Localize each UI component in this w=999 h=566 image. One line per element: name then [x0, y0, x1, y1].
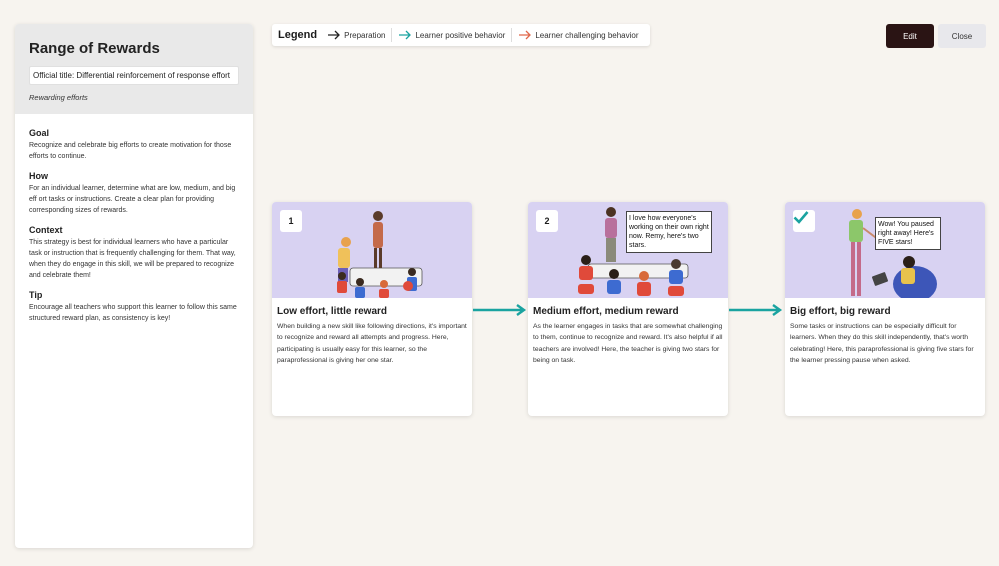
card-title: Medium effort, medium reward: [533, 306, 679, 317]
card-description: As the learner engages in tasks that are…: [533, 323, 723, 365]
card-illustration: 2 I love how everyone's working on their…: [528, 202, 728, 298]
arrow-right-icon: [729, 304, 783, 316]
edit-button[interactable]: Edit: [886, 24, 934, 48]
section-text: Recognize and celebrate big efforts to c…: [29, 142, 232, 160]
how-section: How For an individual learner, determine…: [29, 171, 239, 216]
arrow-right-icon: [328, 30, 341, 40]
tip-section: Tip Encourage all teachers who support t…: [29, 290, 239, 324]
card-illustration: Wow! You paused right away! Here's FIVE …: [785, 202, 985, 298]
completed-badge: [793, 210, 815, 232]
arrow-right-icon: [519, 30, 532, 40]
legend-label: Learner challenging behavior: [535, 30, 639, 40]
speech-bubble: Wow! You paused right away! Here's FIVE …: [875, 217, 941, 250]
legend-title: Legend: [278, 29, 318, 41]
legend-item-challenging: Learner challenging behavior: [518, 30, 639, 40]
section-title: How: [29, 171, 48, 181]
speech-bubble: I love how everyone's working on their o…: [626, 211, 712, 253]
legend-divider: [511, 28, 513, 42]
context-section: Context This strategy is best for indivi…: [29, 225, 239, 281]
official-title: Official title: Differential reinforceme…: [29, 66, 239, 85]
card-description: When building a new skill like following…: [277, 323, 467, 365]
card-title: Big effort, big reward: [790, 306, 891, 317]
checkmark-icon: [793, 211, 809, 224]
strategy-sidebar: Range of Rewards Official title: Differe…: [15, 24, 253, 548]
legend-item-preparation: Preparation: [327, 30, 385, 40]
section-title: Tip: [29, 290, 43, 300]
goal-section: Goal Recognize and celebrate big efforts…: [29, 128, 239, 162]
section-text: For an individual learner, determine wha…: [29, 185, 236, 214]
strategy-subtitle: Rewarding efforts: [29, 93, 88, 102]
step-number-badge: 2: [536, 210, 558, 232]
section-text: Encourage all teachers who support this …: [29, 304, 237, 322]
card-illustration: 1: [272, 202, 472, 298]
close-button[interactable]: Close: [938, 24, 986, 48]
legend-label: Learner positive behavior: [415, 30, 506, 40]
arrow-right-icon: [399, 30, 412, 40]
card-description: Some tasks or instructions can be especi…: [790, 323, 974, 365]
strategy-title: Range of Rewards: [29, 40, 160, 57]
legend-divider: [391, 28, 393, 42]
arrow-right-icon: [473, 304, 527, 316]
step-card-1[interactable]: 1 Low effort, little reward When buildin…: [272, 202, 472, 416]
step-card-3[interactable]: Wow! You paused right away! Here's FIVE …: [785, 202, 985, 416]
sidebar-body: Goal Recognize and celebrate big efforts…: [15, 114, 253, 324]
section-title: Context: [29, 225, 63, 235]
section-title: Goal: [29, 128, 50, 138]
sidebar-header: Range of Rewards Official title: Differe…: [15, 24, 253, 114]
step-number-badge: 1: [280, 210, 302, 232]
step-card-2[interactable]: 2 I love how everyone's working on their…: [528, 202, 728, 416]
legend-label: Preparation: [344, 30, 386, 40]
legend-item-positive: Learner positive behavior: [398, 30, 505, 40]
legend-bar: Legend Preparation Learner positive beha…: [272, 24, 650, 46]
classroom-illustration: [337, 211, 423, 298]
card-title: Low effort, little reward: [277, 306, 388, 317]
section-text: This strategy is best for individual lea…: [29, 239, 236, 279]
